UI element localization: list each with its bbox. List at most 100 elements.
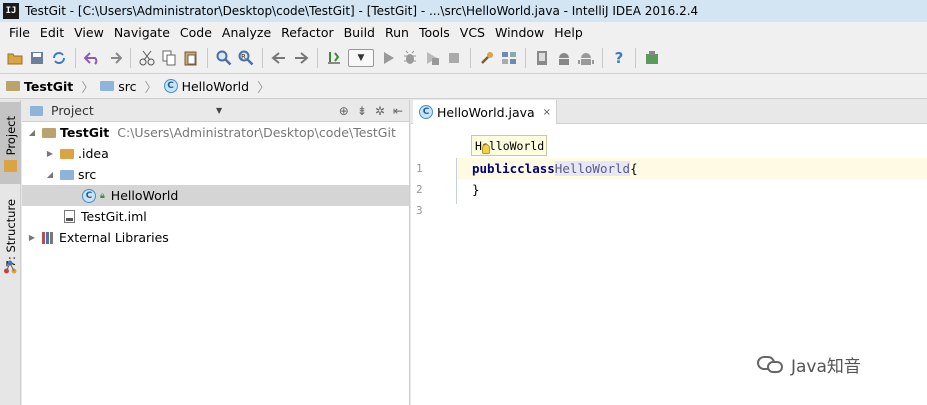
menu-tools[interactable]: Tools [414,25,455,40]
find-icon[interactable] [213,47,235,69]
libraries-icon [42,231,53,244]
menu-vcs[interactable]: VCS [455,25,490,40]
module-folder-icon [42,127,56,138]
gear-icon[interactable]: ✲ [375,104,385,118]
menu-window[interactable]: Window [490,25,549,40]
make-icon[interactable] [323,47,345,69]
tree-item-label: External Libraries [59,230,169,245]
tree-item-idea[interactable]: ▶ .idea [22,143,409,164]
replace-icon[interactable]: R [235,47,257,69]
stop-icon[interactable] [443,47,465,69]
editor-gutter: 1 2 3 [411,158,457,405]
nav-crumb-class[interactable]: C HelloWorld 〉 [163,77,277,96]
editor-tab-label: HelloWorld.java [437,104,535,120]
tree-item-src[interactable]: ◢ src [22,164,409,185]
folder-icon [60,148,74,159]
tree-item-external-libraries[interactable]: ▶ External Libraries [22,227,409,248]
close-icon[interactable]: × [543,107,551,118]
collapse-all-icon[interactable]: ⇟ [357,104,367,118]
back-icon[interactable] [268,47,290,69]
tab-structure-label: 7: Structure [3,198,18,268]
class-name: HelloWorld [554,161,631,176]
menu-refactor[interactable]: Refactor [276,25,338,40]
project-view-selector[interactable]: Project [51,103,94,118]
coverage-icon[interactable] [421,47,443,69]
toolbar-separator [602,47,603,68]
toolbar-separator [525,47,526,68]
paste-icon[interactable] [180,47,202,69]
menu-file[interactable]: File [4,25,35,40]
window-title: TestGit - [C:\Users\Administrator\Deskto… [25,4,699,18]
tree-item-label: HelloWorld [110,188,179,203]
open-folder-icon[interactable] [4,47,26,69]
editor-tab-helloworld[interactable]: C HelloWorld.java × [413,100,557,124]
crumb-separator-icon: 〉 [257,80,271,96]
toolbar-separator [317,47,318,68]
settings-icon[interactable] [476,47,498,69]
intellij-app-icon: IJ [3,3,19,19]
expand-arrow-icon[interactable]: ◢ [26,128,38,137]
hide-panel-icon[interactable]: ⇤ [393,104,403,118]
sdk-icon[interactable] [531,47,553,69]
nav-crumb-project[interactable]: TestGit 〉 [6,77,100,96]
project-panel: Project ▼ ⊕ ⇟ ✲ ⇤ ◢ TestGit C:\Users\Adm… [22,100,410,405]
avd-icon[interactable] [575,47,597,69]
menu-code[interactable]: Code [175,25,217,40]
project-header-actions: ⊕ ⇟ ✲ ⇤ [339,104,403,118]
menu-help[interactable]: Help [549,25,588,40]
expand-arrow-icon[interactable]: ◢ [44,170,56,179]
editor-tab-bar: C HelloWorld.java × [411,100,927,124]
menu-edit[interactable]: Edit [35,25,69,40]
watermark: Java知音 [757,352,861,377]
line-number: 2 [416,183,423,196]
menu-view[interactable]: View [69,25,109,40]
project-tab-icon [4,160,17,172]
tree-item-label: TestGit.iml [81,209,147,224]
code-line[interactable]: } [457,179,927,200]
chevron-down-icon[interactable]: ▼ [216,106,222,115]
source-folder-icon [100,81,115,91]
watermark-text: Java知音 [791,357,861,377]
toolbar-separator [262,47,263,68]
android-icon[interactable] [553,47,575,69]
intention-bulb-icon[interactable] [482,144,490,154]
project-view-icon [30,105,43,116]
forward-icon[interactable] [290,47,312,69]
copy-icon[interactable] [158,47,180,69]
menu-analyze[interactable]: Analyze [217,25,276,40]
menu-run[interactable]: Run [380,25,414,40]
toolbar-separator [470,47,471,68]
code-editor[interactable]: public class HelloWorld { } [457,158,927,221]
redo-icon[interactable] [103,47,125,69]
collapse-arrow-icon[interactable]: ▶ [44,149,56,158]
svg-text:R: R [241,53,246,61]
tree-item-root[interactable]: ◢ TestGit C:\Users\Administrator\Desktop… [22,122,409,143]
menu-navigate[interactable]: Navigate [109,25,175,40]
save-icon[interactable] [26,47,48,69]
iml-file-icon [64,210,75,223]
undo-icon[interactable] [81,47,103,69]
debug-icon[interactable] [399,47,421,69]
code-line[interactable]: public class HelloWorld { [457,158,927,179]
crumb-separator-icon: 〉 [144,80,158,96]
keyword: public [472,161,518,176]
code-line[interactable] [457,200,927,221]
collapse-arrow-icon[interactable]: ▶ [26,233,38,242]
plugin-icon[interactable] [641,47,663,69]
toolbar-separator [635,47,636,68]
tree-item-helloworld[interactable]: C 🔒︎ HelloWorld [22,185,409,206]
cut-icon[interactable] [136,47,158,69]
help-icon[interactable]: ? [608,47,630,69]
class-icon: C [419,105,433,119]
nav-crumb-src[interactable]: src 〉 [100,77,163,96]
toolbar-separator [130,47,131,68]
class-icon: C [82,188,96,203]
sync-icon[interactable] [48,47,70,69]
tree-item-iml[interactable]: TestGit.iml [22,206,409,227]
scroll-from-source-icon[interactable]: ⊕ [339,104,349,118]
main-toolbar: R ▼ ? [0,42,927,74]
project-structure-icon[interactable] [498,47,520,69]
run-config-dropdown[interactable]: ▼ [348,48,374,67]
run-icon[interactable] [377,47,399,69]
menu-build[interactable]: Build [339,25,380,40]
